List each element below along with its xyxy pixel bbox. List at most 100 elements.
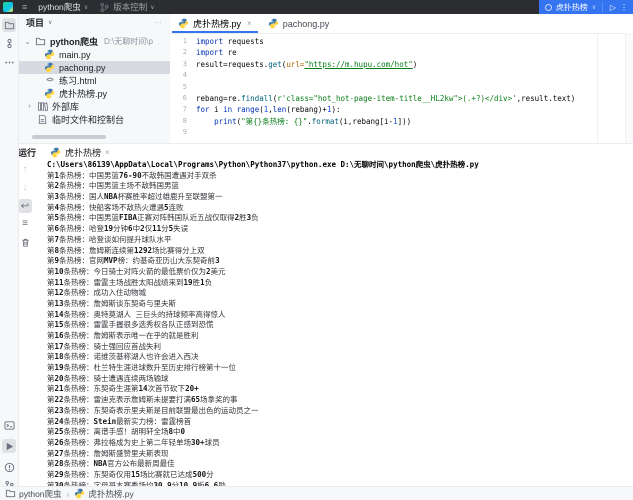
vcs-selector[interactable]: 版本控制 ∨ — [99, 1, 154, 13]
code-line: import requests — [196, 36, 593, 47]
code-line: for i in range(1,len(rebang)+1): — [196, 104, 593, 115]
run-tab-hupu[interactable]: 虎扑热榜 × — [50, 146, 110, 159]
breadcrumb: python爬虫 › 虎扑热榜.py — [5, 488, 134, 500]
folder-icon — [5, 488, 16, 499]
chevron-down-icon: ∨ — [84, 4, 88, 11]
line-number: 6 — [170, 93, 192, 104]
divider: │ — [600, 2, 606, 12]
console-line: 第19条热榜：杜兰特生涯进球数升至历史排行榜第十一位 — [47, 363, 623, 374]
console-line: 第18条热榜：诺维茨基称湖人也许会进入西决 — [47, 352, 623, 363]
pycharm-window: ≡ python爬虫 ∨ 版本控制 ∨ 虎扑热榜 ∨ │ ▷ ⋮ — [0, 0, 633, 500]
line-number: 1 — [170, 36, 192, 47]
breadcrumb-project[interactable]: python爬虫 — [19, 488, 62, 500]
console-line: 第26条热榜：弗拉格成为史上第二年轻单场30+球员 — [47, 438, 623, 449]
warning-circle-icon — [4, 462, 15, 473]
line-number: 8 — [170, 116, 192, 127]
up-stacktrace-icon[interactable]: ↑ — [18, 162, 32, 176]
chevron-down-icon[interactable]: ∨ — [48, 19, 52, 26]
project-selector-label: python爬虫 — [38, 1, 81, 13]
tree-item-label: 练习.html — [59, 74, 97, 87]
console-line: 第16条热榜：詹姆斯表示唯一在乎的就是胜利 — [47, 331, 623, 342]
scroll-to-end-icon[interactable]: ≡ — [18, 216, 32, 230]
project-tool-icon[interactable] — [2, 18, 16, 32]
tree-item-main-py[interactable]: main.py — [18, 48, 170, 61]
line-number-gutter: 123456789 — [170, 36, 192, 139]
editor-scrollbar[interactable] — [625, 33, 633, 143]
activity-bar — [0, 14, 19, 487]
console-line: 第3条热榜：国人NBA杯赛胜率超过雄鹿升至联盟第一 — [47, 192, 623, 203]
console-line: 第7条热榜：哈登谈如何提升球队水平 — [47, 235, 623, 246]
tab-hupu-py[interactable]: 虎扑热榜.py × — [170, 14, 260, 33]
line-number: 2 — [170, 47, 192, 58]
close-icon[interactable]: × — [247, 19, 252, 28]
project-tree: ⌄ python爬虫 D:\无聊时间\p main.py pachong.py … — [18, 35, 170, 126]
run-config-selector[interactable]: 虎扑热榜 — [556, 2, 588, 13]
console-line: 第23条热榜：东契奇表示里夫斯是目前联盟最出色的运动员之一 — [47, 406, 623, 417]
folder-icon — [4, 20, 15, 31]
close-icon[interactable]: × — [105, 148, 110, 157]
line-number: 4 — [170, 70, 192, 81]
caret-expanded-icon[interactable]: ⌄ — [24, 38, 31, 46]
main-menu-icon[interactable]: ≡ — [22, 2, 27, 12]
console-line: 第13条热榜：詹姆斯谈东契奇与里夫斯 — [47, 299, 623, 310]
project-selector[interactable]: python爬虫 ∨ — [38, 1, 88, 13]
console-line: 第15条热榜：雷霆手握很多选秀权各队正感到恐慌 — [47, 320, 623, 331]
editor[interactable]: 虎扑热榜.py × pachong.py 123456789 import re… — [170, 14, 633, 143]
code-line: result=requests.get(url="https://m.hupu.… — [196, 59, 593, 70]
line-number: 5 — [170, 82, 192, 93]
breadcrumb-separator: › — [67, 489, 70, 499]
run-config-icon — [545, 4, 552, 11]
run-console[interactable]: C:\Users\86139\AppData\Local\Programs\Py… — [47, 160, 623, 486]
soft-wrap-icon[interactable]: ↩ — [18, 199, 32, 213]
code-line: print("第{}条热榜: {}".format(i,rebang[i-1])… — [196, 116, 593, 127]
python-file-icon — [44, 88, 55, 99]
down-stacktrace-icon[interactable]: ↓ — [18, 180, 32, 194]
editor-tab-bar: 虎扑热榜.py × pachong.py — [170, 14, 633, 34]
more-tools-icon[interactable] — [2, 55, 16, 69]
tab-pachong-py[interactable]: pachong.py — [260, 14, 338, 33]
console-line: 第20条热榜：骑士遭遇连续两场输球 — [47, 374, 623, 385]
scratch-file-icon — [37, 114, 48, 125]
project-panel-title: 项目 — [26, 16, 44, 29]
tab-label: 虎扑热榜.py — [193, 17, 241, 30]
ellipsis-icon — [4, 57, 15, 68]
trash-icon — [20, 237, 31, 248]
python-file-icon — [50, 147, 61, 158]
tree-item-scratches[interactable]: 临时文件和控制台 — [18, 113, 170, 126]
caret-collapsed-icon[interactable]: › — [26, 103, 33, 110]
tree-item-label: python爬虫 — [50, 35, 98, 48]
tree-item-hupu-py[interactable]: 虎扑热榜.py — [18, 87, 170, 100]
line-number: 9 — [170, 127, 192, 138]
tree-item-label: 临时文件和控制台 — [52, 113, 124, 126]
python-file-icon — [44, 62, 55, 73]
tree-item-external-libraries[interactable]: › 外部库 — [18, 100, 170, 113]
console-line: 第28条热榜：NBA官方公布最新周最佳 — [47, 459, 623, 470]
console-command-line: C:\Users\86139\AppData\Local\Programs\Py… — [47, 160, 623, 171]
folder-icon — [35, 36, 46, 47]
panel-options-icon[interactable]: ⋯ — [154, 18, 164, 27]
line-number: 3 — [170, 59, 192, 70]
tree-item-lianxi-html[interactable]: <> 练习.html — [18, 74, 170, 87]
more-actions-button[interactable]: ⋮ — [620, 3, 628, 12]
title-bar: ≡ python爬虫 ∨ 版本控制 ∨ 虎扑热榜 ∨ │ ▷ ⋮ — [0, 0, 633, 14]
run-button[interactable]: ▷ — [610, 3, 616, 12]
clear-console-icon[interactable] — [18, 235, 32, 249]
console-line: 第2条热榜：中国男篮主场不敌韩国男篮 — [47, 181, 623, 192]
tree-item-pachong-py[interactable]: pachong.py — [18, 61, 170, 74]
horizontal-scrollbar[interactable] — [32, 135, 106, 139]
commit-tool-icon[interactable] — [2, 36, 16, 50]
console-line: 第1条热榜：中国男篮76-90不敌韩国遭遇对手双杀 — [47, 171, 623, 182]
code-area[interactable]: import requestsimport reresult=requests.… — [196, 36, 593, 139]
html-file-icon: <> — [44, 77, 55, 84]
breadcrumb-file[interactable]: 虎扑热榜.py — [88, 488, 133, 500]
tree-item-label: pachong.py — [59, 63, 106, 73]
pycharm-logo-icon — [3, 2, 13, 12]
terminal-tool-icon[interactable] — [2, 418, 16, 432]
code-line: rebang=re.findall(r'class="hot_hot-page-… — [196, 93, 593, 104]
problems-tool-icon[interactable] — [2, 460, 16, 474]
run-tool-icon[interactable] — [2, 439, 16, 453]
run-panel-title: 运行 — [18, 146, 36, 159]
tree-item-path: D:\无聊时间\p — [104, 36, 153, 47]
tree-item-project-root[interactable]: ⌄ python爬虫 D:\无聊时间\p — [18, 35, 170, 48]
terminal-icon — [4, 420, 15, 431]
